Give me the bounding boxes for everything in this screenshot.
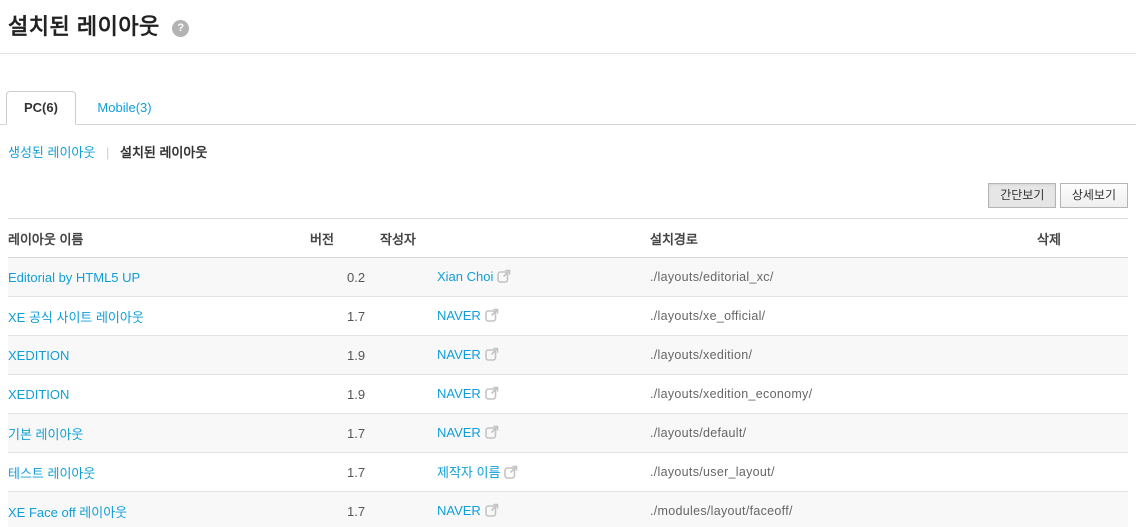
- layout-path: ./modules/layout/faceoff/: [650, 504, 793, 518]
- layout-path: ./layouts/editorial_xc/: [650, 270, 774, 284]
- table-header-row: 레이아웃 이름 버전 작성자 설치경로 삭제: [8, 218, 1128, 258]
- layout-author-link[interactable]: 제작자 이름: [437, 465, 500, 480]
- external-link-icon[interactable]: [485, 308, 499, 325]
- layout-version: 1.7: [347, 464, 366, 480]
- page-header: 설치된 레이아웃 ?: [0, 0, 1136, 54]
- layout-version: 0.2: [347, 269, 366, 285]
- col-header-delete: 삭제: [1037, 232, 1061, 247]
- layout-author-link[interactable]: NAVER: [437, 503, 481, 518]
- external-link-icon[interactable]: [485, 503, 499, 520]
- layout-path: ./layouts/xedition/: [650, 348, 753, 362]
- layout-name-link[interactable]: 테스트 레이아웃: [8, 466, 95, 481]
- layout-delete-cell: [1037, 453, 1128, 492]
- layout-author-link[interactable]: NAVER: [437, 425, 481, 440]
- layout-version: 1.7: [347, 308, 366, 324]
- table-row: XE Face off 레이아웃 1.7 NAVER ./modules/lay…: [8, 491, 1128, 527]
- subnav-separator: |: [105, 145, 110, 160]
- table-row: 테스트 레이아웃 1.7 제작자 이름 ./layouts/user_layou…: [8, 453, 1128, 492]
- installed-layouts-current: 설치된 레이아웃: [119, 145, 208, 160]
- layout-name-link[interactable]: Editorial by HTML5 UP: [8, 270, 140, 285]
- tab-mobile[interactable]: Mobile(3): [80, 92, 168, 124]
- col-header-path: 설치경로: [650, 232, 698, 247]
- external-link-icon[interactable]: [485, 347, 499, 364]
- table-row: 기본 레이아웃 1.7 NAVER ./layouts/default/: [8, 413, 1128, 453]
- layout-version: 1.9: [347, 347, 366, 363]
- table-row: XEDITION 1.9 NAVER ./layouts/xedition/: [8, 335, 1128, 375]
- device-tabbar: PC(6) Mobile(3): [0, 91, 1136, 125]
- external-link-icon[interactable]: [504, 465, 518, 482]
- layout-subnav: 생성된 레이아웃 | 설치된 레이아웃: [8, 142, 1136, 161]
- layout-name-link[interactable]: 기본 레이아웃: [8, 427, 83, 442]
- detail-view-button[interactable]: 상세보기: [1059, 183, 1128, 208]
- layout-delete-cell: [1037, 297, 1128, 336]
- layout-delete-cell: [1037, 336, 1128, 375]
- created-layouts-link[interactable]: 생성된 레이아웃: [8, 145, 95, 160]
- view-mode-switch: 간단보기 상세보기: [0, 183, 1128, 208]
- layout-delete-cell: [1037, 492, 1128, 527]
- layout-path: ./layouts/user_layout/: [650, 465, 775, 479]
- layout-version: 1.7: [347, 425, 366, 441]
- layout-delete-cell: [1037, 375, 1128, 414]
- external-link-icon[interactable]: [485, 425, 499, 442]
- installed-layouts-table: 레이아웃 이름 버전 작성자 설치경로 삭제 Editorial by HTML…: [8, 218, 1128, 527]
- simple-view-button[interactable]: 간단보기: [988, 183, 1057, 208]
- layout-path: ./layouts/default/: [650, 426, 747, 440]
- page-title: 설치된 레이아웃: [8, 14, 160, 39]
- external-link-icon[interactable]: [485, 386, 499, 403]
- layout-author-link[interactable]: NAVER: [437, 347, 481, 362]
- layout-author-link[interactable]: NAVER: [437, 386, 481, 401]
- col-header-version: 버전: [310, 232, 334, 247]
- help-icon[interactable]: ?: [172, 20, 190, 37]
- layout-delete-cell: [1037, 414, 1128, 453]
- layout-version: 1.9: [347, 386, 366, 402]
- tab-pc[interactable]: PC(6): [6, 91, 76, 125]
- external-link-icon[interactable]: [497, 269, 511, 286]
- layout-name-link[interactable]: XE Face off 레이아웃: [8, 505, 127, 520]
- col-header-name: 레이아웃 이름: [8, 232, 84, 247]
- layout-name-link[interactable]: XE 공식 사이트 레이아웃: [8, 310, 144, 325]
- layout-path: ./layouts/xedition_economy/: [650, 387, 813, 401]
- layout-name-link[interactable]: XEDITION: [8, 348, 69, 363]
- layout-version: 1.7: [347, 503, 366, 519]
- table-row: Editorial by HTML5 UP 0.2 Xian Choi ./la…: [8, 257, 1128, 297]
- layout-name-link[interactable]: XEDITION: [8, 387, 69, 402]
- layout-path: ./layouts/xe_official/: [650, 309, 766, 323]
- layout-author-link[interactable]: Xian Choi: [437, 269, 493, 284]
- table-row: XEDITION 1.9 NAVER ./layouts/xedition_ec…: [8, 375, 1128, 414]
- table-row: XE 공식 사이트 레이아웃 1.7 NAVER ./layouts/xe_of…: [8, 297, 1128, 336]
- layout-delete-cell: [1037, 258, 1128, 297]
- col-header-author: 작성자: [380, 232, 416, 247]
- layout-author-link[interactable]: NAVER: [437, 308, 481, 323]
